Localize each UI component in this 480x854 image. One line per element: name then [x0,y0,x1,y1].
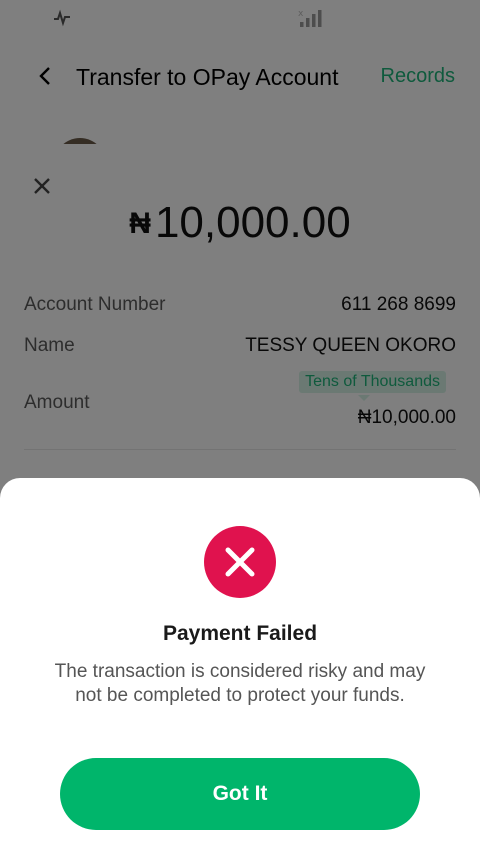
got-it-button[interactable]: Got It [60,758,420,830]
dialog-message: The transaction is considered risky and … [54,661,426,706]
dialog-title: Payment Failed [162,622,318,645]
error-x-icon [204,526,276,598]
screen: x 91% 18:21 Transfer to OPay Account Rec… [0,0,480,854]
payment-failed-sheet: Payment Failed The transaction is consid… [0,478,480,854]
